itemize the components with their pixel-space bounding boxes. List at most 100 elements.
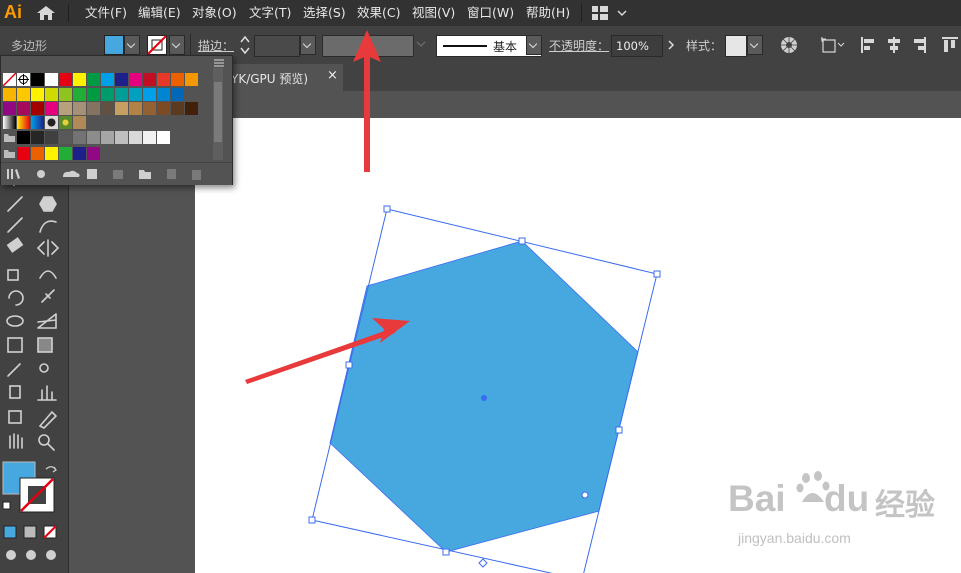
swatch-scrollbar[interactable] bbox=[213, 68, 223, 160]
default-colors-icon[interactable] bbox=[2, 501, 11, 510]
color-swatch[interactable] bbox=[129, 73, 142, 86]
color-swatch[interactable] bbox=[129, 102, 142, 115]
color-swatch[interactable] bbox=[73, 131, 86, 144]
color-swatch[interactable] bbox=[157, 131, 170, 144]
color-swatch[interactable] bbox=[115, 73, 128, 86]
color-swatch[interactable] bbox=[101, 73, 114, 86]
color-swatch[interactable] bbox=[73, 73, 86, 86]
line-tool-icon[interactable] bbox=[7, 196, 23, 212]
color-swatch[interactable] bbox=[45, 102, 58, 115]
color-swatch[interactable] bbox=[45, 88, 58, 101]
color-swatch[interactable] bbox=[87, 131, 100, 144]
gradient-mode-button[interactable] bbox=[23, 525, 37, 539]
color-swatch[interactable] bbox=[143, 73, 156, 86]
color-swatch[interactable] bbox=[3, 88, 16, 101]
color-swatch[interactable] bbox=[17, 102, 30, 115]
new-folder-icon[interactable] bbox=[139, 170, 151, 179]
color-swatch[interactable] bbox=[101, 102, 114, 115]
cloud-library-icon[interactable] bbox=[63, 170, 80, 177]
swap-fill-stroke-icon[interactable] bbox=[45, 466, 57, 473]
color-swatch[interactable] bbox=[31, 88, 44, 101]
color-swatch[interactable] bbox=[31, 147, 44, 160]
polygon-tool-icon[interactable] bbox=[39, 196, 57, 212]
show-swatch-kinds-icon[interactable] bbox=[37, 170, 45, 178]
color-swatch[interactable] bbox=[59, 88, 72, 101]
handle-top-left[interactable] bbox=[383, 205, 391, 213]
color-swatch[interactable] bbox=[171, 88, 184, 101]
color-group-folder-icon-2[interactable] bbox=[3, 147, 16, 160]
mesh-tool-icon[interactable] bbox=[7, 337, 23, 353]
color-swatch[interactable] bbox=[73, 102, 86, 115]
color-swatch[interactable] bbox=[45, 131, 58, 144]
scroll-thumb[interactable] bbox=[214, 82, 222, 142]
color-swatch[interactable] bbox=[143, 131, 156, 144]
new-swatch-icon[interactable] bbox=[167, 169, 176, 179]
gradient-pattern-swatches[interactable] bbox=[3, 116, 87, 129]
draw-normal-icon[interactable] bbox=[6, 550, 16, 560]
rotate-widget[interactable] bbox=[478, 558, 488, 568]
handle-bottom-left[interactable] bbox=[308, 516, 316, 524]
color-swatch[interactable] bbox=[143, 88, 156, 101]
color-swatch[interactable] bbox=[157, 88, 170, 101]
color-swatch[interactable] bbox=[157, 73, 170, 86]
none-mode-button[interactable] bbox=[43, 525, 57, 539]
handle-left-mid[interactable] bbox=[345, 361, 353, 369]
artboard-tool-icon[interactable] bbox=[8, 410, 22, 424]
color-swatch[interactable] bbox=[101, 88, 114, 101]
color-swatch[interactable] bbox=[59, 73, 72, 86]
color-swatch[interactable] bbox=[73, 147, 86, 160]
draw-inside-icon[interactable] bbox=[46, 550, 56, 560]
paintbrush-tool-icon[interactable] bbox=[7, 217, 23, 233]
color-swatch[interactable] bbox=[87, 88, 100, 101]
corner-widget[interactable] bbox=[581, 491, 589, 499]
puppet-warp-tool-icon[interactable] bbox=[39, 270, 57, 279]
color-swatch[interactable] bbox=[31, 73, 44, 86]
perspective-grid-tool-icon[interactable] bbox=[37, 313, 57, 329]
reflect-tool-icon[interactable] bbox=[36, 239, 60, 257]
color-group-folder-icon[interactable] bbox=[3, 131, 16, 144]
new-color-group-icon[interactable] bbox=[113, 170, 123, 179]
color-swatch[interactable] bbox=[73, 88, 86, 101]
color-swatch[interactable] bbox=[143, 102, 156, 115]
color-swatch[interactable] bbox=[129, 131, 142, 144]
handle-top-mid[interactable] bbox=[518, 237, 526, 245]
slice-tool-icon[interactable] bbox=[38, 410, 58, 429]
color-swatch[interactable] bbox=[185, 73, 198, 86]
color-swatch[interactable] bbox=[115, 102, 128, 115]
special-swatches[interactable] bbox=[3, 73, 31, 86]
swatch-library-icon[interactable] bbox=[7, 169, 20, 179]
color-swatch[interactable] bbox=[157, 102, 170, 115]
blend-tool-icon[interactable] bbox=[39, 363, 49, 373]
color-swatch[interactable] bbox=[31, 131, 44, 144]
handle-bottom-mid[interactable] bbox=[442, 548, 450, 556]
eyedropper-tool-icon[interactable] bbox=[7, 363, 21, 377]
color-swatch[interactable] bbox=[59, 102, 72, 115]
scale-tool-icon[interactable] bbox=[7, 269, 19, 281]
pin-tool-icon[interactable] bbox=[41, 289, 55, 303]
color-swatch[interactable] bbox=[171, 102, 184, 115]
color-swatch[interactable] bbox=[17, 131, 30, 144]
color-mode-button[interactable] bbox=[3, 525, 17, 539]
panel-menu-icon[interactable] bbox=[213, 58, 225, 68]
symbol-sprayer-tool-icon[interactable] bbox=[9, 385, 21, 399]
blob-brush-tool-icon[interactable] bbox=[39, 220, 57, 233]
column-graph-tool-icon[interactable] bbox=[37, 385, 57, 401]
color-swatch[interactable] bbox=[59, 147, 72, 160]
color-swatch[interactable] bbox=[87, 73, 100, 86]
gradient-tool-icon[interactable] bbox=[37, 337, 53, 353]
color-swatch[interactable] bbox=[87, 147, 100, 160]
color-swatch[interactable] bbox=[87, 102, 100, 115]
color-swatch[interactable] bbox=[129, 88, 142, 101]
color-swatch[interactable] bbox=[185, 102, 198, 115]
handle-right-mid[interactable] bbox=[615, 426, 623, 434]
color-swatch[interactable] bbox=[17, 88, 30, 101]
color-swatch[interactable] bbox=[17, 147, 30, 160]
hand-tool-icon[interactable] bbox=[9, 433, 23, 449]
color-swatch[interactable] bbox=[171, 73, 184, 86]
color-swatch[interactable] bbox=[59, 131, 72, 144]
color-swatch[interactable] bbox=[31, 102, 44, 115]
color-swatch[interactable] bbox=[3, 102, 16, 115]
rotate-tool-icon[interactable] bbox=[8, 290, 24, 306]
color-swatch[interactable] bbox=[45, 73, 58, 86]
lasso-tool-icon[interactable] bbox=[6, 315, 24, 327]
